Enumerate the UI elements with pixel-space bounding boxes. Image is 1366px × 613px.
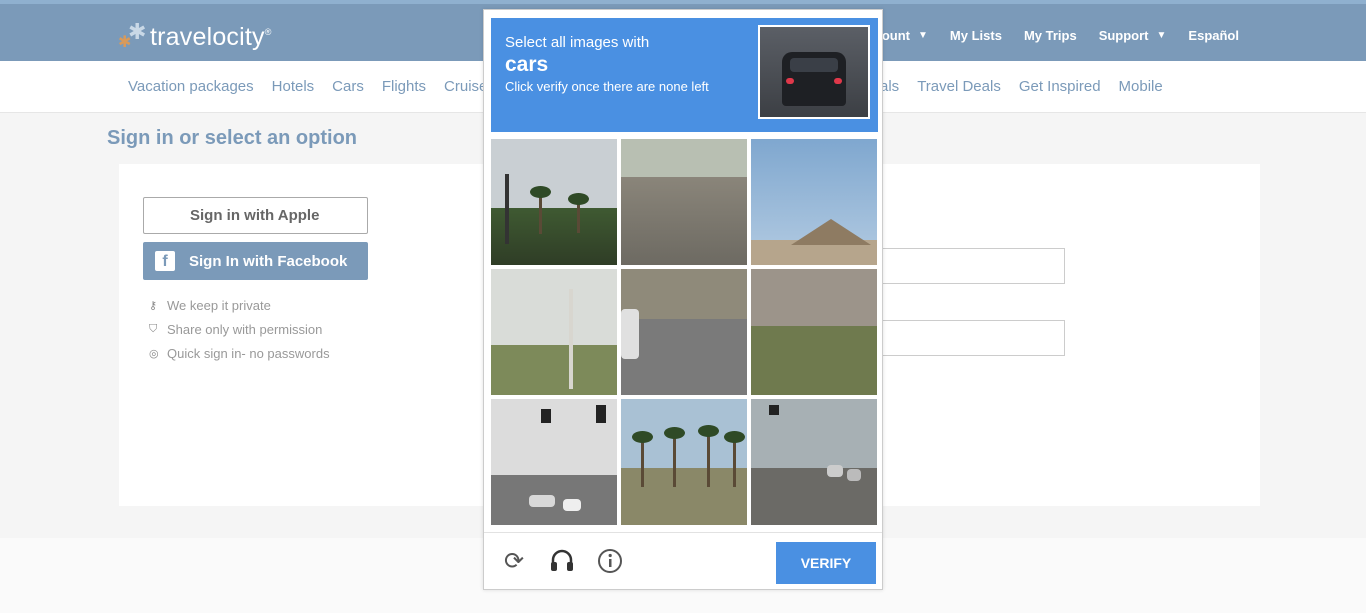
subnav-mobile[interactable]: Mobile bbox=[1119, 78, 1163, 95]
car-image bbox=[782, 52, 846, 106]
logo-star-icon: ✱ ✱ bbox=[118, 20, 147, 51]
perk-label: Quick sign in- no passwords bbox=[167, 345, 330, 361]
nav-espanol[interactable]: Español bbox=[1188, 28, 1239, 43]
nav-my-lists[interactable]: My Lists bbox=[950, 28, 1002, 43]
apple-button-label: Sign in with Apple bbox=[190, 207, 320, 224]
shield-icon: ⛉ bbox=[149, 322, 158, 335]
info-icon[interactable] bbox=[596, 547, 624, 575]
nav-espanol-label: Español bbox=[1188, 28, 1239, 43]
travelocity-logo[interactable]: ✱ ✱ travelocity ® bbox=[118, 20, 272, 52]
captcha-tile-7[interactable] bbox=[491, 399, 617, 525]
nav-my-trips-label: My Trips bbox=[1023, 28, 1077, 43]
sign-in-facebook-button[interactable]: f Sign In with Facebook bbox=[143, 242, 368, 280]
nav-my-lists-label: My Lists bbox=[949, 28, 1002, 43]
refresh-icon[interactable]: ⟳ bbox=[500, 547, 528, 575]
list-item: ⚷ We keep it private bbox=[149, 293, 330, 317]
headphones-icon[interactable] bbox=[548, 547, 576, 575]
verify-button[interactable]: VERIFY bbox=[776, 542, 876, 584]
captcha-tile-1[interactable] bbox=[491, 139, 617, 265]
email-field[interactable] bbox=[860, 248, 1065, 284]
nav-support-label: Support bbox=[1098, 28, 1149, 43]
subnav-cruises[interactable]: Cruise bbox=[444, 78, 487, 95]
subnav-cars[interactable]: Cars bbox=[332, 78, 364, 95]
subnav-hotels[interactable]: Hotels bbox=[272, 78, 315, 95]
nav-my-trips[interactable]: My Trips bbox=[1024, 28, 1077, 43]
captcha-header: Select all images with cars Click verify… bbox=[491, 18, 878, 132]
captcha-tile-4[interactable] bbox=[491, 269, 617, 395]
subnav-get-inspired[interactable]: Get Inspired bbox=[1019, 78, 1101, 95]
key-icon: ⚷ bbox=[149, 298, 158, 312]
facebook-icon: f bbox=[155, 251, 175, 271]
perk-label: We keep it private bbox=[167, 297, 271, 313]
captcha-dialog: Select all images with cars Click verify… bbox=[483, 9, 883, 590]
sign-in-apple-button[interactable]: Sign in with Apple bbox=[143, 197, 368, 234]
captcha-tile-2[interactable] bbox=[621, 139, 747, 265]
captcha-tile-8[interactable] bbox=[621, 399, 747, 525]
captcha-target: cars bbox=[505, 53, 549, 76]
captcha-footer: ⟳ VERIFY bbox=[484, 532, 882, 589]
captcha-image-grid bbox=[491, 139, 877, 525]
subnav-travel-deals[interactable]: Travel Deals bbox=[917, 78, 1001, 95]
captcha-tile-6[interactable] bbox=[751, 269, 877, 395]
list-item: ◎ Quick sign in- no passwords bbox=[149, 341, 330, 365]
captcha-tile-5[interactable] bbox=[621, 269, 747, 395]
password-field[interactable] bbox=[860, 320, 1065, 356]
subnav-vacation-packages[interactable]: Vacation packages bbox=[128, 78, 254, 95]
chevron-down-icon: ▼ bbox=[918, 30, 928, 41]
perks-list: ⚷ We keep it private ⛉ Share only with per… bbox=[149, 293, 330, 365]
captcha-tile-9[interactable] bbox=[751, 399, 877, 525]
facebook-button-label: Sign In with Facebook bbox=[189, 252, 348, 270]
target-icon: ◎ bbox=[149, 346, 159, 360]
subnav-flights[interactable]: Flights bbox=[382, 78, 426, 95]
top-nav: Account ▼ My Lists My Trips Support ▼ Espa… bbox=[858, 28, 1239, 43]
captcha-example-image bbox=[758, 25, 870, 119]
nav-support[interactable]: Support ▼ bbox=[1099, 28, 1167, 43]
perk-label: Share only with permission bbox=[167, 321, 323, 337]
list-item: ⛉ Share only with permission bbox=[149, 317, 330, 341]
captcha-tile-3[interactable] bbox=[751, 139, 877, 265]
logo-trademark: ® bbox=[264, 27, 272, 37]
logo-text: travelocity bbox=[150, 22, 265, 51]
chevron-down-icon: ▼ bbox=[1156, 30, 1167, 41]
captcha-instruction: Select all images with bbox=[505, 34, 650, 51]
captcha-hint: Click verify once there are none left bbox=[505, 79, 709, 94]
page-title: Sign in or select an option bbox=[107, 127, 358, 149]
